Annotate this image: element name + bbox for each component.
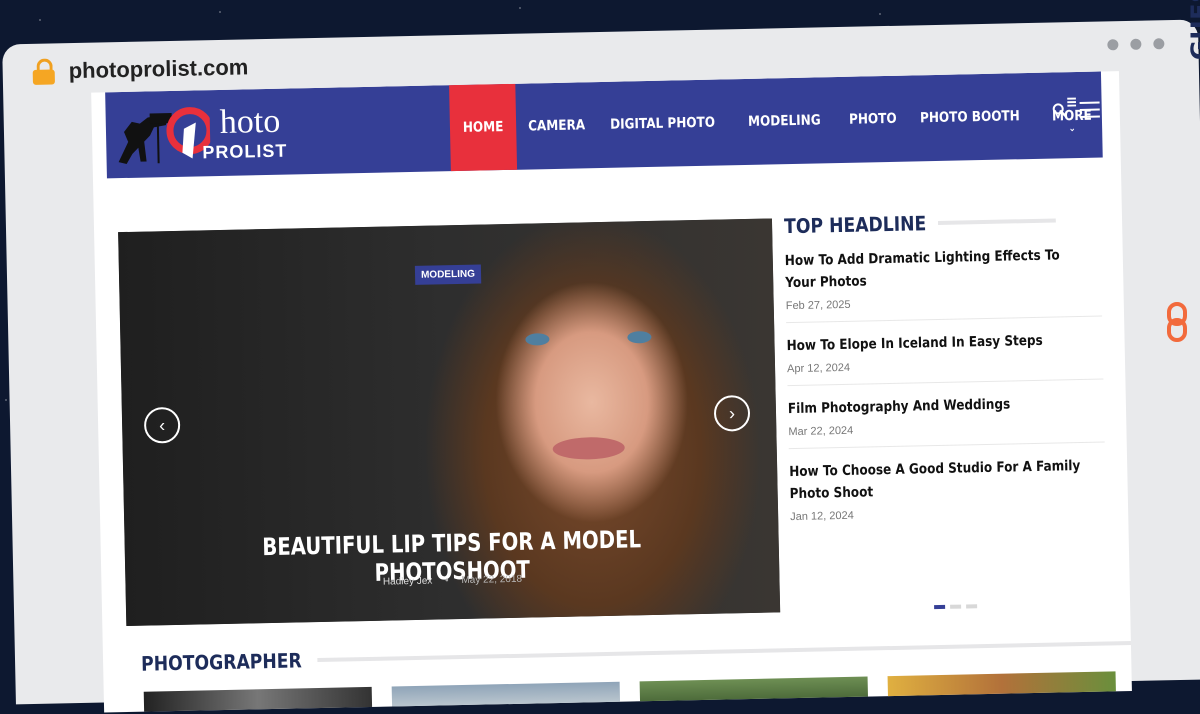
link-logo-icon (1167, 302, 1187, 342)
headline-title[interactable]: How To Choose A Good Studio For A Family… (789, 455, 1082, 505)
slide-author[interactable]: Hadley Jex (383, 576, 433, 588)
chevron-left-icon: ‹ (158, 414, 166, 435)
slide-date: May 22, 2018 (461, 573, 523, 587)
logo-subtext: PROLIST (202, 140, 288, 163)
headline-item[interactable]: How To Elope In Iceland In Easy Steps Ap… (786, 316, 1104, 387)
chevron-down-icon: ⌄ (1068, 123, 1076, 135)
page-viewport: hoto PROLIST HOME CAMERA DIGITAL PHOTO M… (91, 71, 1132, 713)
headline-date: Feb 27, 2025 (785, 298, 851, 313)
nav-item-camera[interactable]: CAMERA (516, 82, 597, 170)
headline-title[interactable]: How To Elope In Iceland In Easy Steps (786, 329, 1079, 357)
headline-title[interactable]: Film Photography And Weddings (788, 392, 1081, 420)
nav-item-photo[interactable]: PHOTO (837, 76, 909, 163)
main-nav: HOME CAMERA DIGITAL PHOTO MODELING PHOTO… (449, 71, 1104, 172)
nav-item-photo-booth[interactable]: PHOTO BOOTH (908, 73, 1032, 162)
headline-date: Apr 12, 2024 (786, 361, 851, 376)
section-title: PHOTOGRAPHER (141, 631, 1132, 675)
headline-item[interactable]: How To Choose A Good Studio For A Family… (789, 443, 1107, 534)
pager-dot[interactable] (966, 604, 978, 609)
lock-icon (32, 58, 55, 85)
top-headline-widget: TOP HEADLINE How To Add Dramatic Lightin… (784, 208, 1107, 534)
chevron-right-icon: › (728, 402, 736, 423)
article-thumbnail[interactable] (639, 676, 869, 712)
url-domain[interactable]: photoprolist.com (68, 54, 248, 84)
pager-dot[interactable] (950, 604, 962, 609)
headline-title[interactable]: How To Add Dramatic Lighting Effects To … (785, 244, 1078, 294)
featured-slider[interactable]: MODELING ‹ › BEAUTIFUL LIP TIPS FOR A MO… (118, 218, 781, 627)
pager-dot[interactable] (934, 604, 946, 610)
meta-separator: • (445, 575, 449, 587)
menu-icon[interactable] (1079, 101, 1100, 118)
headline-pager (934, 604, 978, 610)
category-tag[interactable]: MODELING (414, 264, 482, 285)
nav-item-digital-photo[interactable]: DIGITAL PHOTO (598, 79, 727, 168)
photographer-logo-icon (118, 107, 214, 164)
browser-window: photoprolist.com hoto PROLIST HOME CAMER (2, 19, 1200, 713)
logo-text: hoto (219, 102, 281, 141)
article-thumbnail[interactable] (143, 686, 373, 713)
article-thumbnail[interactable] (391, 681, 621, 713)
address-bar[interactable]: photoprolist.com (32, 49, 249, 90)
headline-item[interactable]: Film Photography And Weddings Mar 22, 20… (787, 379, 1105, 450)
window-dot-icon[interactable] (1107, 39, 1119, 51)
nav-item-home[interactable]: HOME (449, 83, 518, 172)
site-header: hoto PROLIST HOME CAMERA DIGITAL PHOTO M… (105, 71, 1104, 179)
featured-image-detail (515, 330, 665, 354)
nav-item-modeling[interactable]: MODELING (736, 77, 833, 165)
headline-item[interactable]: How To Add Dramatic Lighting Effects To … (784, 231, 1103, 324)
headline-date: Mar 22, 2024 (788, 424, 854, 439)
photographer-thumbnails (143, 671, 1117, 713)
headline-date: Jan 12, 2024 (790, 509, 854, 524)
window-dot-icon[interactable] (1130, 38, 1142, 50)
site-logo[interactable]: hoto PROLIST (109, 98, 310, 168)
guestpostlinks-watermark: GUESTPOSTLINKS (1150, 0, 1200, 360)
search-icon[interactable] (1052, 102, 1068, 118)
watermark-text: GUESTPOSTLINKS (1186, 0, 1200, 60)
article-thumbnail[interactable] (887, 671, 1117, 707)
